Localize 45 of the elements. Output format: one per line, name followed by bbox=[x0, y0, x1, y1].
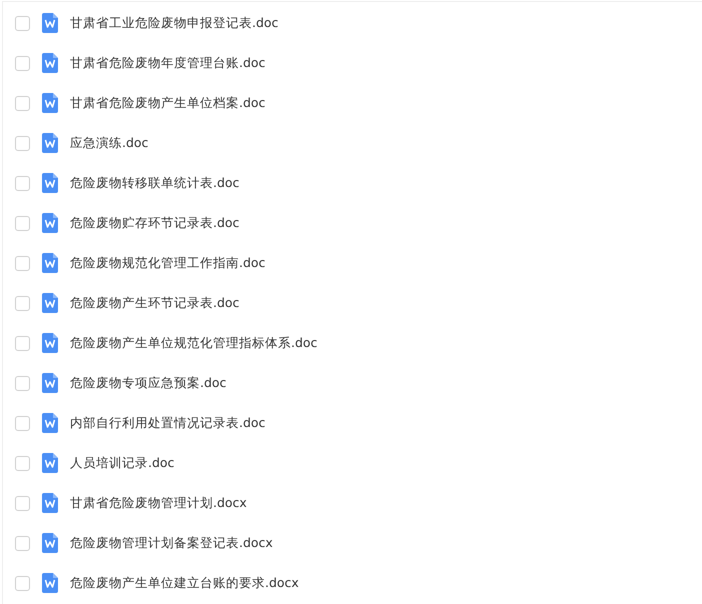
document-icon bbox=[42, 573, 58, 593]
file-name[interactable]: 危险废物转移联单统计表.doc bbox=[70, 174, 240, 192]
file-name[interactable]: 内部自行利用处置情况记录表.doc bbox=[70, 414, 266, 432]
checkbox[interactable] bbox=[15, 176, 30, 190]
checkbox[interactable] bbox=[15, 456, 30, 470]
file-name[interactable]: 应急演练.doc bbox=[70, 134, 148, 152]
checkbox[interactable] bbox=[15, 536, 30, 550]
document-icon bbox=[42, 213, 58, 233]
file-name[interactable]: 危险废物产生单位建立台账的要求.docx bbox=[70, 574, 299, 592]
document-icon bbox=[42, 253, 58, 273]
document-icon bbox=[42, 533, 58, 553]
document-icon bbox=[42, 493, 58, 513]
checkbox[interactable] bbox=[15, 296, 30, 310]
file-name[interactable]: 危险废物贮存环节记录表.doc bbox=[70, 214, 240, 232]
checkbox[interactable] bbox=[15, 16, 30, 30]
checkbox[interactable] bbox=[15, 336, 30, 350]
document-icon bbox=[42, 53, 58, 73]
file-name[interactable]: 危险废物专项应急预案.doc bbox=[70, 374, 226, 392]
checkbox[interactable] bbox=[15, 216, 30, 230]
document-icon bbox=[42, 413, 58, 433]
file-name[interactable]: 危险废物规范化管理工作指南.doc bbox=[70, 254, 266, 272]
document-icon bbox=[42, 333, 58, 353]
checkbox[interactable] bbox=[15, 56, 30, 70]
file-name[interactable]: 危险废物产生环节记录表.doc bbox=[70, 294, 240, 312]
file-name[interactable]: 危险废物产生单位规范化管理指标体系.doc bbox=[70, 334, 318, 352]
file-name[interactable]: 甘肃省危险废物产生单位档案.doc bbox=[70, 94, 266, 112]
file-name[interactable]: 甘肃省危险废物年度管理台账.doc bbox=[70, 54, 266, 72]
file-name[interactable]: 危险废物管理计划备案登记表.docx bbox=[70, 534, 273, 552]
document-icon bbox=[42, 453, 58, 473]
checkbox[interactable] bbox=[15, 416, 30, 430]
document-icon bbox=[42, 13, 58, 33]
checkbox[interactable] bbox=[15, 256, 30, 270]
document-icon bbox=[42, 133, 58, 153]
file-name[interactable]: 甘肃省危险废物管理计划.docx bbox=[70, 494, 247, 512]
checkbox[interactable] bbox=[15, 376, 30, 390]
checkbox[interactable] bbox=[15, 136, 30, 150]
file-name[interactable]: 甘肃省工业危险废物申报登记表.doc bbox=[70, 14, 278, 32]
document-icon bbox=[42, 93, 58, 113]
checkbox[interactable] bbox=[15, 496, 30, 510]
document-icon bbox=[42, 293, 58, 313]
checkbox[interactable] bbox=[15, 96, 30, 110]
document-icon bbox=[42, 373, 58, 393]
checkbox[interactable] bbox=[15, 576, 30, 590]
file-name[interactable]: 人员培训记录.doc bbox=[70, 454, 174, 472]
document-icon bbox=[42, 173, 58, 193]
